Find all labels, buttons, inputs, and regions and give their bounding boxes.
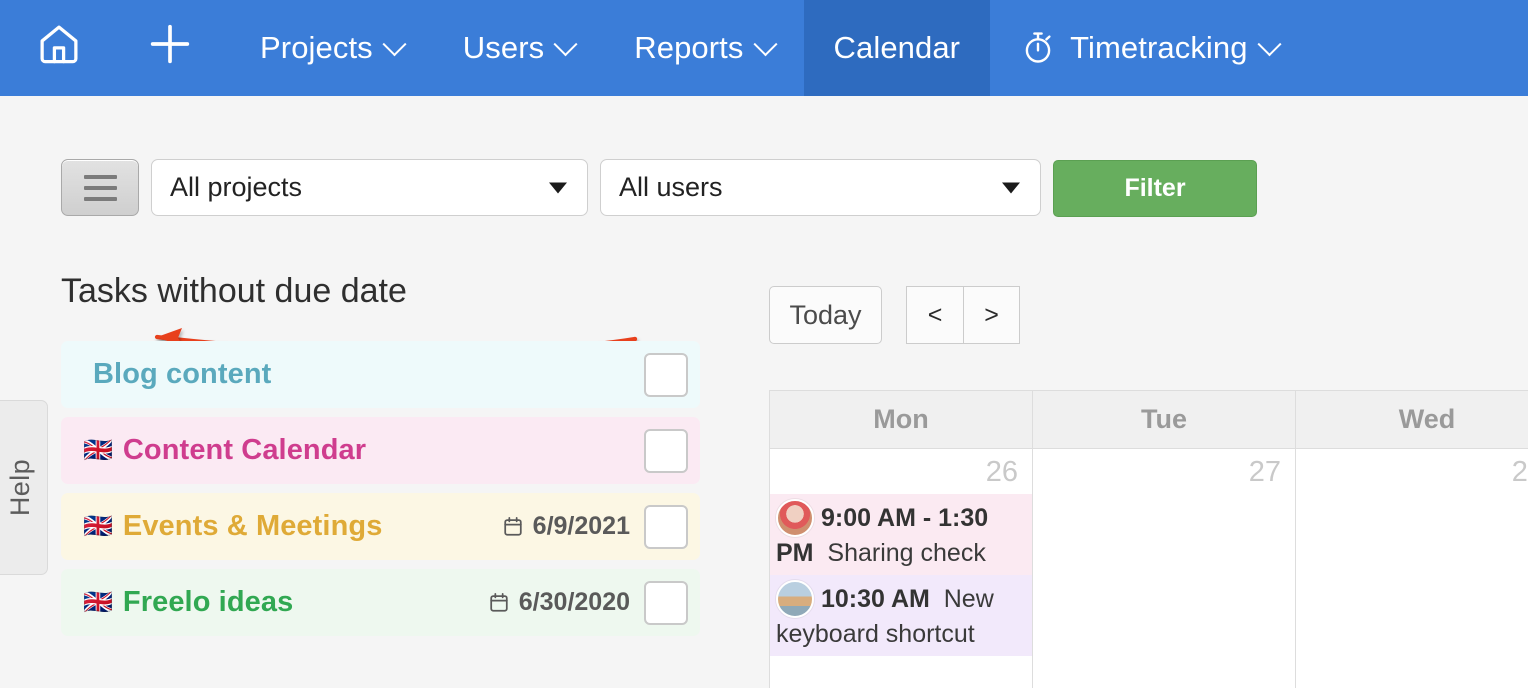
calendar-event[interactable]: 9:00 AM - 1:30 PM Sharing check: [770, 494, 1032, 575]
nav-item-reports-label: Reports: [634, 30, 744, 65]
nav-item-timetracking[interactable]: Timetracking: [990, 0, 1307, 96]
task-row[interactable]: Blog content: [61, 341, 700, 408]
task-row-meta: 6/9/2021: [502, 504, 688, 549]
avatar: [776, 499, 814, 537]
project-filter-select[interactable]: All projects: [151, 159, 588, 216]
page-content: Help All projects All users Filter Tasks…: [0, 96, 1528, 688]
task-list: Blog content 🇬🇧 Content Calendar 🇬🇧 Even…: [61, 341, 700, 645]
calendar-day-header: Mon: [770, 391, 1032, 449]
chevron-down-icon: [1002, 182, 1020, 193]
task-due-date: 6/9/2021: [502, 512, 630, 541]
nav-item-users-label: Users: [462, 30, 545, 65]
task-checkbox[interactable]: [644, 352, 688, 397]
calendar-day-number: 26: [985, 456, 1018, 488]
task-name: Freelo ideas: [122, 586, 294, 618]
user-filter-select[interactable]: All users: [600, 159, 1041, 216]
chevron-down-icon: [549, 182, 567, 193]
calendar-day-header: Wed: [1296, 391, 1528, 449]
help-tab[interactable]: Help: [0, 400, 48, 575]
prev-week-label: <: [927, 300, 943, 329]
filter-button[interactable]: Filter: [1053, 160, 1257, 217]
flag-icon: 🇬🇧: [83, 512, 113, 540]
flag-icon: 🇬🇧: [83, 436, 113, 464]
nav-item-projects-label: Projects: [260, 30, 373, 65]
task-checkbox[interactable]: [644, 428, 688, 473]
task-checkbox[interactable]: [644, 504, 688, 549]
calendar-day-number: 27: [1248, 456, 1281, 488]
calendar-grid: Mon 26 9:00 AM - 1:30 PM Sharing check 1…: [769, 390, 1528, 688]
calendar-column-mon: Mon 26 9:00 AM - 1:30 PM Sharing check 1…: [770, 391, 1033, 688]
task-row-meta: [644, 428, 688, 473]
calendar-column-tue: Tue 27: [1033, 391, 1296, 688]
prev-week-button[interactable]: <: [906, 286, 963, 344]
today-button[interactable]: Today: [769, 286, 882, 344]
nav-item-calendar-label: Calendar: [833, 30, 961, 65]
calendar-icon: [502, 515, 524, 538]
task-due-date-text: 6/30/2020: [518, 588, 630, 616]
task-due-date-text: 6/9/2021: [532, 512, 630, 540]
nav-item-timetracking-label: Timetracking: [1070, 30, 1248, 65]
top-navigation-bar: Projects Users Reports Calendar Timetrac…: [0, 0, 1528, 96]
calendar-day-number: 28: [1511, 456, 1528, 488]
filter-button-label: Filter: [1124, 174, 1186, 202]
chevron-down-icon: [752, 31, 778, 56]
calendar-day-cell[interactable]: 26 9:00 AM - 1:30 PM Sharing check 10:30…: [770, 449, 1032, 688]
plus-icon: [144, 18, 196, 78]
flag-icon: 🇬🇧: [83, 588, 113, 616]
nav-item-projects[interactable]: Projects: [230, 0, 433, 96]
today-button-label: Today: [789, 299, 862, 330]
hamburger-icon: [83, 174, 117, 201]
home-icon: [36, 21, 82, 75]
calendar-event-title: Sharing check: [827, 539, 986, 567]
calendar-navigation: Today < >: [769, 286, 1020, 344]
task-name: Content Calendar: [122, 434, 367, 466]
calendar-event-time: 10:30 AM: [821, 585, 930, 613]
chevron-down-icon: [382, 31, 407, 56]
chevron-down-icon: [553, 31, 578, 56]
nav-item-users[interactable]: Users: [433, 0, 604, 96]
task-name: Blog content: [93, 358, 272, 390]
task-row-meta: 6/30/2020: [488, 580, 688, 625]
task-checkbox[interactable]: [644, 580, 688, 625]
nav-item-calendar[interactable]: Calendar: [803, 0, 991, 96]
calendar-column-wed: Wed 28: [1296, 391, 1528, 688]
avatar: [776, 580, 814, 618]
menu-toggle-button[interactable]: [61, 159, 139, 216]
calendar-day-cell[interactable]: 28: [1296, 449, 1528, 688]
task-due-date: 6/30/2020: [488, 588, 630, 617]
calendar-prev-next-group: < >: [906, 286, 1020, 344]
calendar-icon: [488, 591, 510, 614]
user-filter-value: All users: [619, 172, 723, 202]
nav-item-add[interactable]: [110, 0, 230, 96]
nav-item-reports[interactable]: Reports: [604, 0, 803, 96]
next-week-button[interactable]: >: [963, 286, 1020, 344]
project-filter-value: All projects: [170, 172, 303, 202]
task-row[interactable]: 🇬🇧 Events & Meetings 6/9/2021: [61, 493, 700, 560]
calendar-event[interactable]: 10:30 AM New keyboard shortcut: [770, 575, 1032, 656]
filter-toolbar: All projects All users Filter: [61, 159, 1257, 217]
chevron-down-icon: [1257, 31, 1282, 56]
calendar-day-header: Tue: [1033, 391, 1295, 449]
stopwatch-icon: [1020, 30, 1056, 66]
task-row[interactable]: 🇬🇧 Content Calendar: [61, 417, 700, 484]
next-week-label: >: [984, 300, 999, 329]
task-row[interactable]: 🇬🇧 Freelo ideas 6/30/2020: [61, 569, 700, 636]
task-row-meta: [644, 352, 688, 397]
help-tab-label: Help: [4, 458, 35, 517]
nav-item-home[interactable]: [0, 0, 110, 96]
calendar-day-cell[interactable]: 27: [1033, 449, 1295, 688]
task-name: Events & Meetings: [122, 510, 383, 542]
page-title: Tasks without due date: [61, 272, 407, 310]
